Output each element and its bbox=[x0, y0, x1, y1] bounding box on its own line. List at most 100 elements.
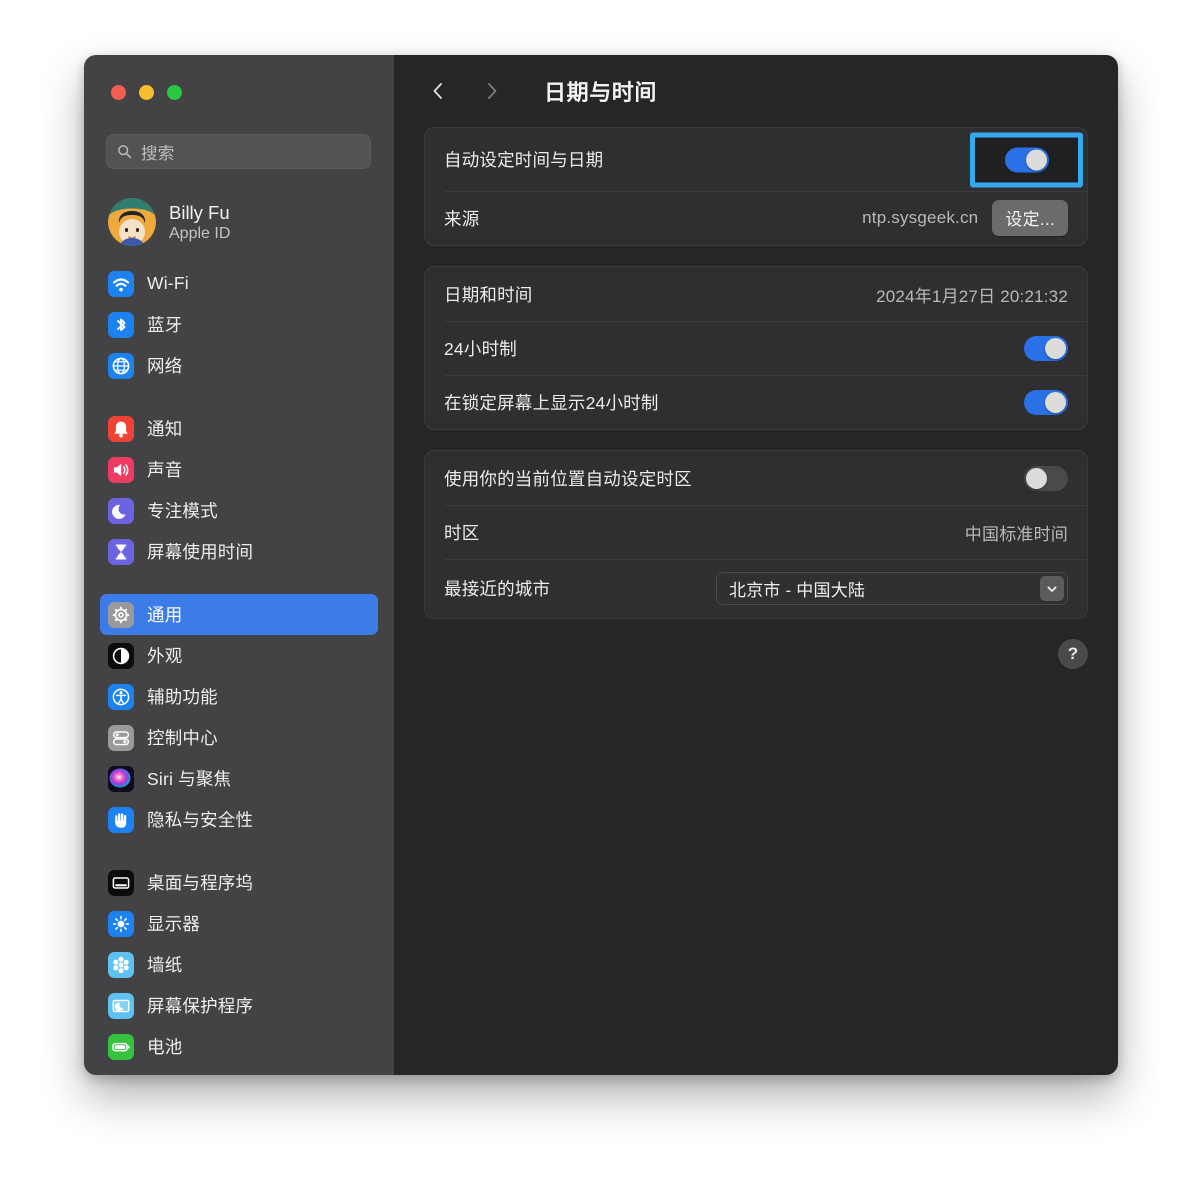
sidebar-group-alerts: 通知 声音 专注模式 屏幕使用时间 bbox=[84, 408, 394, 572]
card-timezone: 使用你的当前位置自动设定时区 时区 中国标准时间 最接近的城市 北京市 - 中国… bbox=[424, 450, 1088, 619]
back-button[interactable] bbox=[424, 77, 452, 105]
sidebar-item-label: 蓝牙 bbox=[147, 315, 183, 335]
auto-timezone-toggle[interactable] bbox=[1024, 465, 1068, 491]
sidebar-group-connectivity: Wi-Fi 蓝牙 网络 bbox=[84, 263, 394, 386]
close-button-icon[interactable] bbox=[111, 85, 126, 100]
toggle-knob bbox=[1045, 337, 1066, 359]
help-row: ? bbox=[424, 639, 1088, 669]
sidebar-item-label: 专注模式 bbox=[147, 501, 218, 521]
siri-icon bbox=[108, 765, 134, 792]
window-controls bbox=[111, 85, 182, 100]
row-label: 日期和时间 bbox=[444, 284, 533, 305]
focus-icon bbox=[108, 497, 134, 524]
search-icon bbox=[118, 145, 132, 159]
wifi-icon bbox=[108, 270, 134, 297]
sidebar-item-appearance[interactable]: 外观 bbox=[100, 635, 378, 676]
screen-time-icon bbox=[108, 538, 134, 565]
row-lockscreen-24-hour[interactable]: 在锁定屏幕上显示24小时制 bbox=[425, 375, 1087, 429]
card-date-time: 日期和时间 2024年1月27日 20:21:32 24小时制 在锁定屏幕上显示… bbox=[424, 266, 1088, 430]
sidebar-item-label: Siri 与聚焦 bbox=[147, 769, 232, 789]
sidebar-item-screen-time[interactable]: 屏幕使用时间 bbox=[100, 531, 378, 572]
sidebar-item-general[interactable]: 通用 bbox=[100, 594, 378, 635]
row-label: 时区 bbox=[444, 522, 480, 543]
sidebar-item-label: 显示器 bbox=[147, 914, 201, 934]
sidebar-item-label: Wi-Fi bbox=[147, 273, 189, 293]
row-label: 来源 bbox=[444, 208, 480, 229]
sidebar-item-label: 隐私与安全性 bbox=[147, 810, 254, 830]
settings-content: 自动设定时间与日期 来源 ntp.sysgeek.cn 设定... 日期和时间 … bbox=[424, 127, 1088, 669]
sidebar-item-accessibility[interactable]: 辅助功能 bbox=[100, 676, 378, 717]
sidebar-item-label: 电池 bbox=[147, 1037, 183, 1057]
screensaver-icon bbox=[108, 992, 134, 1019]
closest-city-select[interactable]: 北京市 - 中国大陆 bbox=[716, 572, 1068, 605]
sidebar-item-label: 屏幕使用时间 bbox=[147, 542, 254, 562]
search-field[interactable]: 搜索 bbox=[106, 134, 371, 169]
sidebar-item-displays[interactable]: 显示器 bbox=[100, 903, 378, 944]
row-label: 24小时制 bbox=[444, 338, 517, 359]
row-label: 使用你的当前位置自动设定时区 bbox=[444, 468, 692, 489]
chevron-left-icon bbox=[433, 83, 442, 99]
row-auto-set-time[interactable]: 自动设定时间与日期 bbox=[425, 128, 1087, 191]
sidebar-item-bluetooth[interactable]: 蓝牙 bbox=[100, 304, 378, 345]
toggle-knob bbox=[1025, 149, 1047, 170]
sidebar-item-notifications[interactable]: 通知 bbox=[100, 408, 378, 449]
sidebar-item-label: 声音 bbox=[147, 460, 183, 480]
auto-set-time-toggle[interactable] bbox=[1004, 147, 1049, 172]
current-datetime-value: 2024年1月27日 20:21:32 bbox=[876, 286, 1068, 306]
lockscreen-24-hour-toggle[interactable] bbox=[1024, 389, 1068, 415]
help-button[interactable]: ? bbox=[1058, 639, 1088, 669]
sidebar-item-wallpaper[interactable]: 墙纸 bbox=[100, 944, 378, 985]
row-timezone: 时区 中国标准时间 bbox=[425, 505, 1087, 559]
minimize-button-icon[interactable] bbox=[139, 85, 154, 100]
appearance-icon bbox=[108, 642, 134, 669]
account-subtitle: Apple ID bbox=[169, 224, 231, 242]
sidebar-item-siri-spotlight[interactable]: Siri 与聚焦 bbox=[100, 758, 378, 799]
row-24-hour[interactable]: 24小时制 bbox=[425, 321, 1087, 375]
sidebar-item-network[interactable]: 网络 bbox=[100, 345, 378, 386]
toggle-knob bbox=[1045, 391, 1066, 413]
sidebar-item-focus[interactable]: 专注模式 bbox=[100, 490, 378, 531]
notifications-icon bbox=[108, 415, 134, 442]
sidebar-item-label: 网络 bbox=[147, 356, 183, 376]
row-closest-city: 最接近的城市 北京市 - 中国大陆 bbox=[425, 559, 1087, 618]
sidebar-item-wifi[interactable]: Wi-Fi bbox=[100, 263, 378, 304]
sidebar-nav: Wi-Fi 蓝牙 网络 通知 声音 专注模式 屏幕使用时间 通用 外观 辅助功能… bbox=[84, 263, 394, 1067]
screen: 搜索 Billy Fu Apple ID Wi-Fi 蓝牙 网络 通知 声音 专… bbox=[0, 0, 1200, 1181]
sidebar-item-battery[interactable]: 电池 bbox=[100, 1026, 378, 1067]
sidebar-group-system: 通用 外观 辅助功能 控制中心 Siri 与聚焦 隐私与安全性 bbox=[84, 594, 394, 840]
privacy-hand-icon bbox=[108, 806, 134, 833]
row-label: 自动设定时间与日期 bbox=[444, 150, 604, 170]
row-date-and-time: 日期和时间 2024年1月27日 20:21:32 bbox=[425, 267, 1087, 321]
row-label: 最接近的城市 bbox=[444, 579, 551, 599]
sidebar-item-label: 墙纸 bbox=[147, 955, 183, 975]
sidebar-item-sound[interactable]: 声音 bbox=[100, 449, 378, 490]
sidebar-item-label: 辅助功能 bbox=[147, 687, 218, 707]
row-label: 在锁定屏幕上显示24小时制 bbox=[444, 392, 659, 413]
set-source-button[interactable]: 设定... bbox=[992, 200, 1068, 236]
page-title: 日期与时间 bbox=[544, 80, 658, 105]
sidebar-item-label: 通知 bbox=[147, 419, 183, 439]
avatar bbox=[108, 198, 156, 246]
search-placeholder: 搜索 bbox=[141, 144, 175, 163]
toggle-knob bbox=[1026, 467, 1047, 489]
timezone-value: 中国标准时间 bbox=[964, 524, 1068, 544]
closest-city-value: 北京市 - 中国大陆 bbox=[729, 581, 866, 600]
sidebar-item-label: 屏幕保护程序 bbox=[147, 996, 254, 1016]
sound-icon bbox=[108, 456, 134, 483]
sidebar-item-label: 控制中心 bbox=[147, 728, 218, 748]
sidebar-item-desktop-dock[interactable]: 桌面与程序坞 bbox=[100, 862, 378, 903]
maximize-button-icon[interactable] bbox=[167, 85, 182, 100]
chevron-right-icon bbox=[488, 83, 497, 99]
bluetooth-icon bbox=[108, 311, 134, 338]
sidebar-item-label: 桌面与程序坞 bbox=[147, 873, 254, 893]
sidebar-item-screensaver[interactable]: 屏幕保护程序 bbox=[100, 985, 378, 1026]
twenty-four-hour-toggle[interactable] bbox=[1024, 335, 1068, 361]
control-center-icon bbox=[108, 724, 134, 751]
desktop-dock-icon bbox=[108, 869, 134, 896]
forward-button[interactable] bbox=[478, 77, 506, 105]
chevron-down-icon[interactable] bbox=[1040, 576, 1064, 601]
apple-id-account-row[interactable]: Billy Fu Apple ID bbox=[100, 193, 380, 251]
row-auto-timezone[interactable]: 使用你的当前位置自动设定时区 bbox=[425, 451, 1087, 505]
sidebar-item-control-center[interactable]: 控制中心 bbox=[100, 717, 378, 758]
sidebar-item-privacy-security[interactable]: 隐私与安全性 bbox=[100, 799, 378, 840]
